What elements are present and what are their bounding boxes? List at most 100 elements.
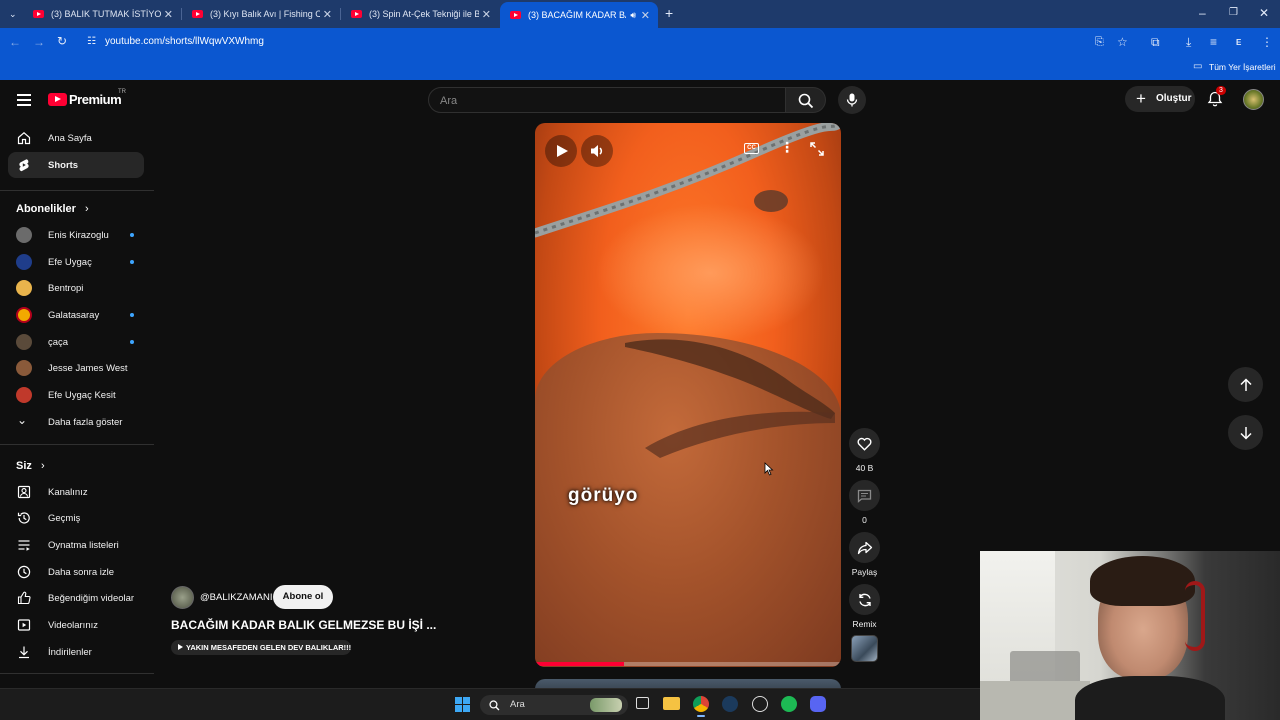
subscription-item[interactable]: Jesse James West [8,355,144,381]
youtube-favicon-icon [192,10,203,18]
remix-label: Remix [852,619,877,629]
short-title[interactable]: BACAĞIM KADAR BALIK GELMEZSE BU İŞİ ... [171,618,436,632]
subscription-item[interactable]: Galatasaray [8,302,144,328]
all-bookmarks-link[interactable]: Tüm Yer İşaretleri [1209,62,1276,72]
taskbar-search-input[interactable]: Ara [480,695,628,715]
channel-avatar[interactable] [171,586,194,609]
search-button[interactable] [786,87,826,113]
fullscreen-icon[interactable] [810,142,824,156]
subscription-item[interactable]: Enis Kirazoglu [8,222,144,248]
create-button[interactable]: + Oluştur [1125,86,1195,112]
chevron-right-icon: › [84,203,89,215]
audio-track-thumbnail[interactable] [851,635,878,662]
subscriptions-heading[interactable]: Abonelikler › [16,203,89,215]
sidebar-item-your-videos[interactable]: Videolarınız [8,612,144,638]
play-icon [557,145,568,157]
spotify-icon[interactable] [781,696,797,712]
youtube-favicon-icon [33,10,44,18]
shorts-icon [19,159,29,172]
file-explorer-icon[interactable] [663,697,680,710]
minimize-icon[interactable]: – [1199,6,1206,20]
channel-name[interactable]: @BALIKZAMANI [200,592,272,603]
app-icon[interactable] [752,696,768,712]
windows-start-icon[interactable] [455,697,470,712]
folder-icon: ▭ [1193,61,1203,72]
sidebar-item-your-channel[interactable]: Kanalınız [8,479,144,505]
subscription-item[interactable]: çaça [8,329,144,355]
subscription-item[interactable]: Efe Uygaç Kesit [8,382,144,408]
browser-tab-4-active[interactable]: (3) BACAĞIM KADAR BALIK 🔊︎ ✕ [500,2,658,28]
captions-icon[interactable]: CC [744,143,759,154]
forward-icon[interactable]: → [33,35,45,49]
address-bar[interactable]: ☷ youtube.com/shorts/llWqwVXWhmg ⎘ ☆ [80,30,1140,54]
browser-menu-icon[interactable]: ⋮ [1261,35,1273,49]
like-button[interactable] [849,428,880,459]
new-tab-icon[interactable]: + [665,6,673,20]
shorts-video-player[interactable]: CC ⋮ görüyo [535,123,841,667]
show-more-button[interactable]: ⌄ Daha fazla göster [8,409,144,435]
sidebar-item-watch-later[interactable]: Daha sonra izle [8,559,144,585]
subscription-item[interactable]: Bentropi [8,275,144,301]
close-tab-icon[interactable]: ✕ [164,8,173,21]
media-controls-icon[interactable]: ≡ [1210,35,1217,49]
close-tab-icon[interactable]: ✕ [482,8,491,21]
subscription-item[interactable]: Efe Uygaç [8,249,144,275]
voice-search-button[interactable] [838,86,866,114]
suggested-video-chip[interactable]: YAKIN MESAFEDEN GELEN DEV BALIKLAR!!! [171,640,351,655]
notifications-button[interactable]: 3 [1205,86,1226,109]
tab-search-icon[interactable]: ⌄ [9,7,17,21]
previous-short-button[interactable] [1228,367,1263,402]
install-app-icon[interactable]: ⎘ [1095,35,1104,49]
chrome-icon[interactable] [693,696,709,712]
sidebar-divider [0,444,154,445]
browser-tab-3[interactable]: (3) Spin At-Çek Tekniği ile Balık ✕ [341,3,499,25]
next-short-button[interactable] [1228,415,1263,450]
restore-icon[interactable]: ❐ [1229,6,1238,20]
sidebar-item-shorts[interactable]: Shorts [8,152,144,178]
extensions-icon[interactable]: ⧉ [1151,35,1160,49]
rope [535,123,841,238]
search-highlight-image [590,698,622,712]
history-icon [17,512,30,524]
sidebar-item-history[interactable]: Geçmiş [8,505,144,531]
discord-icon[interactable] [810,696,826,712]
sidebar-item-liked-videos[interactable]: Beğendiğim videolar [8,585,144,611]
comments-button[interactable] [849,480,880,511]
profile-avatar[interactable]: E [1236,36,1241,50]
bookmark-star-icon[interactable]: ☆ [1117,35,1128,49]
remix-button[interactable] [849,584,880,615]
youtube-favicon-icon [510,11,521,19]
browser-tab-1[interactable]: (3) BALIK TUTMAK İSTİYORSAN ✕ [23,3,182,25]
hamburger-menu-icon[interactable] [17,94,31,106]
more-options-icon[interactable]: ⋮ [780,139,794,156]
site-info-icon[interactable]: ☷ [87,35,96,49]
search-input[interactable]: Ara [428,87,786,113]
close-tab-icon[interactable]: ✕ [641,9,650,22]
close-window-icon[interactable]: ✕ [1259,6,1269,20]
back-icon[interactable]: ← [9,35,21,49]
close-tab-icon[interactable]: ✕ [323,8,332,21]
webcam-overlay [980,551,1280,720]
share-button[interactable] [849,532,880,563]
sidebar-divider [0,673,154,674]
reload-icon[interactable]: ↻ [57,34,67,48]
sidebar-item-home[interactable]: Ana Sayfa [8,125,144,151]
sidebar-item-downloads[interactable]: İndirilenler [8,639,144,665]
chevron-down-icon: ⌄ [17,413,28,427]
browser-tab-2[interactable]: (3) Kıyı Balık Avı | Fishing Challe ✕ [182,3,341,25]
you-heading[interactable]: Siz › [16,460,45,472]
browser-toolbar: ← → ↻ ☷ youtube.com/shorts/llWqwVXWhmg ⎘… [0,28,1280,56]
mouse-cursor-icon [764,462,774,476]
steam-icon[interactable] [722,696,738,712]
sidebar-item-playlists[interactable]: Oynatma listeleri [8,532,144,558]
play-button[interactable] [545,135,577,167]
browser-tab-bar: ⌄ (3) BALIK TUTMAK İSTİYORSAN ✕ (3) Kıyı… [0,0,1280,28]
tab-audio-icon[interactable]: 🔊︎ [630,10,636,21]
volume-button[interactable] [581,135,613,167]
downloads-toolbar-icon[interactable]: ⤓ [1186,35,1191,49]
task-view-icon[interactable] [636,697,649,709]
subscribe-button[interactable]: Abone ol [273,585,333,609]
account-avatar[interactable] [1243,89,1264,110]
video-progress-track[interactable] [535,662,841,666]
comment-icon [857,489,872,503]
